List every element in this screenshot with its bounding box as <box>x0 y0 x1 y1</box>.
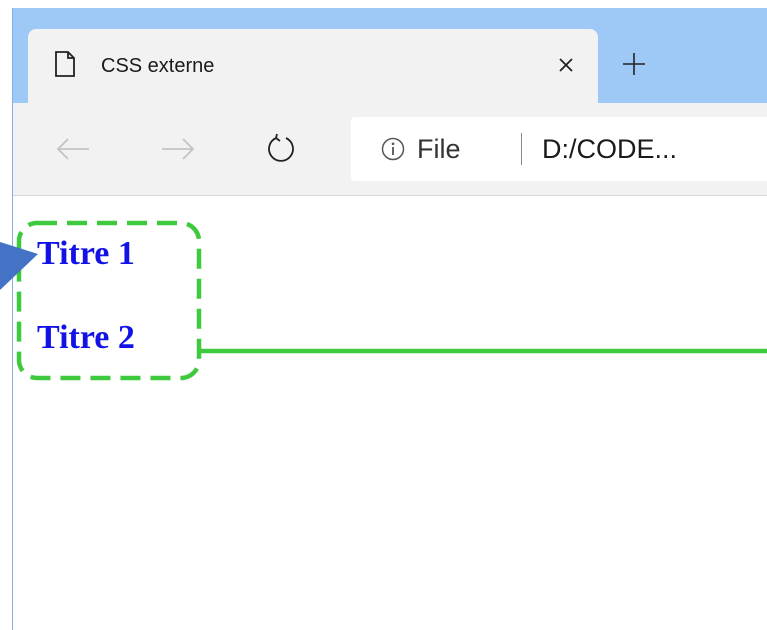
annotation-overlay <box>0 220 767 381</box>
pointer-arrow <box>0 242 38 290</box>
dashed-highlight-box <box>16 220 202 381</box>
